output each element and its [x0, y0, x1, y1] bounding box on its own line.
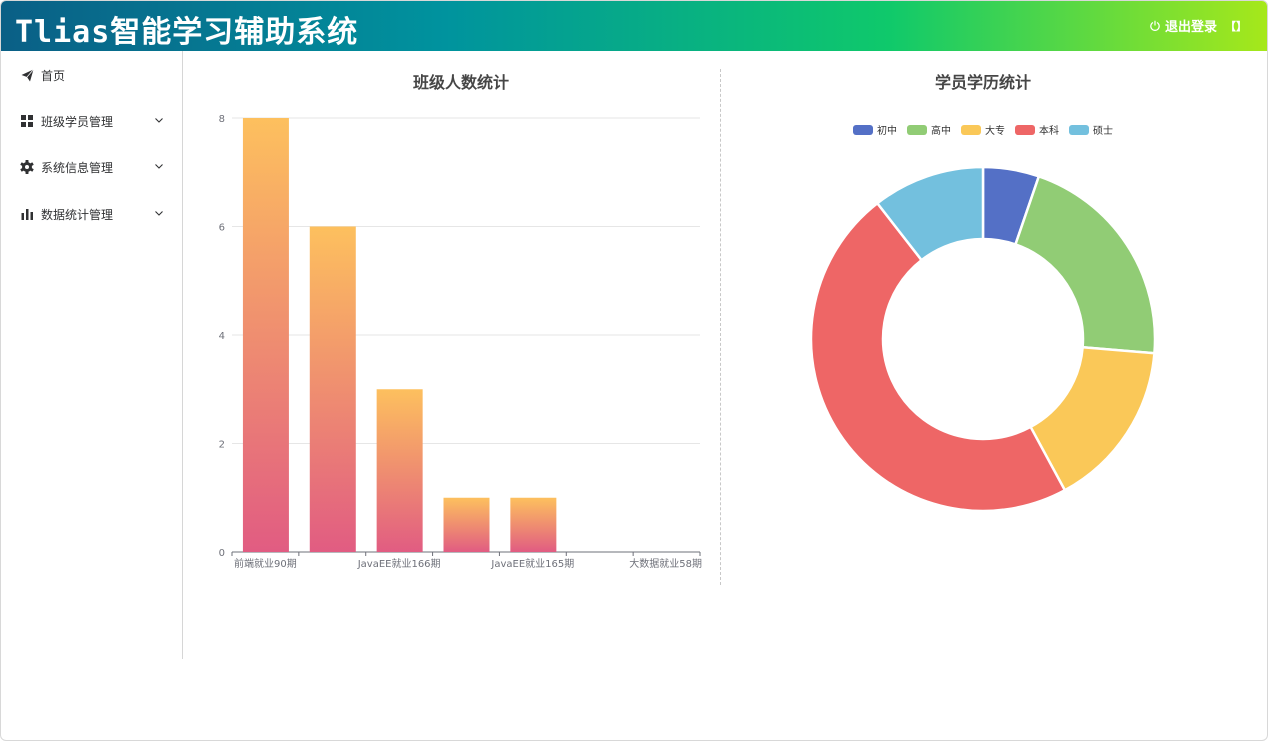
legend-swatch[interactable]	[1069, 125, 1089, 135]
x-tick-label: JavaEE就业166期	[357, 557, 441, 570]
sidebar: 首页 班级学员管理 系统信息管理 数据统计管理	[1, 51, 183, 659]
x-tick-label: JavaEE就业165期	[490, 557, 574, 570]
bar[interactable]	[376, 389, 423, 552]
x-tick-label: 大数据就业58期	[629, 557, 702, 570]
legend-label[interactable]: 高中	[931, 124, 951, 137]
sidebar-item-label: 系统信息管理	[41, 161, 114, 175]
y-tick-label: 0	[219, 548, 225, 559]
chevron-down-icon	[155, 164, 163, 169]
donut-slice[interactable]	[1014, 175, 1157, 355]
legend-swatch[interactable]	[907, 125, 927, 135]
y-tick-label: 6	[219, 223, 225, 234]
bar[interactable]	[510, 497, 557, 552]
legend-label[interactable]: 本科	[1039, 124, 1059, 137]
sidebar-item-label: 数据统计管理	[41, 208, 114, 222]
bar-chart-icon	[20, 207, 34, 221]
y-tick-label: 4	[219, 331, 225, 342]
sidebar-item-label: 首页	[41, 69, 66, 83]
gear-icon	[20, 160, 34, 174]
legend-swatch[interactable]	[853, 125, 873, 135]
sidebar-item-system-info[interactable]: 系统信息管理	[1, 155, 182, 179]
bar[interactable]	[443, 497, 490, 552]
paper-plane-icon	[20, 68, 34, 82]
x-tick-label: 前端就业90期	[234, 557, 297, 570]
legend-swatch[interactable]	[1015, 125, 1035, 135]
class-size-bar-chart: 0 2 4 6 8 前端就业90期 JavaEE就业166期 JavaEE就业165期 大数据就…	[219, 114, 702, 570]
legend-label[interactable]: 硕士	[1093, 124, 1113, 137]
chevron-down-icon	[155, 118, 163, 123]
bar-chart-title: 班级人数统计	[412, 73, 509, 92]
top-header: Tlias智能学习辅助系统 退出登录 【】	[1, 1, 1267, 51]
app-title: Tlias智能学习辅助系统	[15, 15, 359, 50]
sidebar-item-class-student[interactable]: 班级学员管理	[1, 109, 182, 133]
legend-swatch[interactable]	[961, 125, 981, 135]
logout-label: 退出登录	[1164, 20, 1217, 35]
pie-chart-title: 学员学历统计	[934, 73, 1031, 92]
logout-button[interactable]: 退出登录 【】	[1149, 16, 1247, 35]
sidebar-item-data-stats[interactable]: 数据统计管理	[1, 202, 182, 226]
pie-legend: 初中 高中 大专 本科 硕士	[853, 124, 1113, 137]
sidebar-item-home[interactable]: 首页	[1, 63, 182, 87]
power-icon	[1150, 20, 1160, 31]
y-tick-label: 2	[219, 440, 225, 451]
chevron-down-icon	[155, 211, 163, 216]
legend-label[interactable]: 初中	[877, 124, 897, 137]
legend-label[interactable]: 大专	[985, 124, 1005, 137]
education-donut-chart	[809, 165, 1157, 513]
panel-divider	[720, 69, 721, 585]
sidebar-item-label: 班级学员管理	[41, 115, 114, 129]
y-tick-label: 8	[219, 114, 225, 125]
bar[interactable]	[242, 118, 289, 552]
bar[interactable]	[309, 226, 356, 553]
app-window: Tlias智能学习辅助系统 退出登录 【】 首页 班级学员管理 系统信息管理 数…	[0, 0, 1268, 741]
grid-icon	[20, 114, 34, 128]
bracket-icon: 【】	[1225, 19, 1247, 33]
